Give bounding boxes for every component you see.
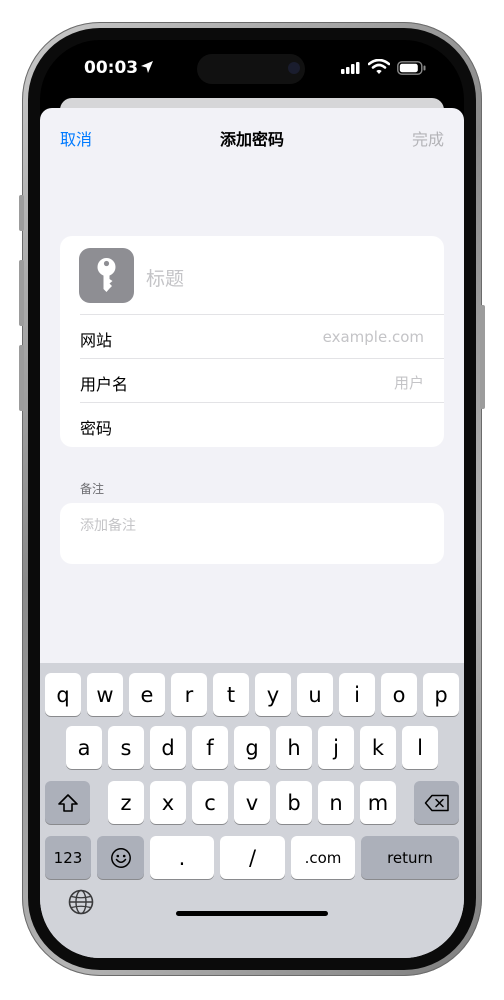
separator	[80, 358, 444, 359]
separator	[80, 402, 444, 403]
period-key[interactable]: .	[150, 836, 214, 879]
title-input[interactable]: 标题	[146, 264, 184, 291]
delete-key[interactable]	[414, 781, 459, 824]
username-input[interactable]: 用户	[394, 372, 424, 393]
battery-icon	[397, 61, 426, 75]
key-e[interactable]: e	[129, 673, 165, 716]
website-input[interactable]: example.com	[323, 328, 424, 346]
key-a[interactable]: a	[66, 726, 102, 769]
key-x[interactable]: x	[150, 781, 186, 824]
dot-com-key[interactable]: .com	[291, 836, 355, 879]
password-icon-tile	[79, 248, 134, 303]
key-l[interactable]: l	[402, 726, 438, 769]
username-label: 用户名	[80, 375, 129, 394]
key-h[interactable]: h	[276, 726, 312, 769]
key-y[interactable]: y	[255, 673, 291, 716]
key-g[interactable]: g	[234, 726, 270, 769]
key-q[interactable]: q	[45, 673, 81, 716]
key-k[interactable]: k	[360, 726, 396, 769]
emoji-key[interactable]	[97, 836, 144, 879]
location-arrow-icon	[141, 61, 153, 73]
key-v[interactable]: v	[234, 781, 270, 824]
status-time: 00:03	[84, 58, 139, 78]
key-o[interactable]: o	[381, 673, 417, 716]
password-label: 密码	[80, 419, 113, 438]
separator	[80, 314, 444, 315]
return-key[interactable]: return	[361, 836, 459, 879]
key-p[interactable]: p	[423, 673, 459, 716]
action-button	[19, 195, 24, 231]
power-button	[480, 305, 485, 409]
key-n[interactable]: n	[318, 781, 354, 824]
sheet-title: 添加密码	[219, 130, 284, 149]
cellular-signal-icon	[341, 62, 360, 74]
key-icon	[97, 258, 116, 292]
globe-icon[interactable]	[68, 889, 94, 915]
done-button[interactable]: 完成	[412, 126, 444, 150]
front-camera	[288, 62, 300, 74]
key-b[interactable]: b	[276, 781, 312, 824]
key-d[interactable]: d	[150, 726, 186, 769]
key-s[interactable]: s	[108, 726, 144, 769]
key-w[interactable]: w	[87, 673, 123, 716]
key-f[interactable]: f	[192, 726, 228, 769]
emoji-icon	[110, 847, 131, 868]
key-i[interactable]: i	[339, 673, 375, 716]
key-u[interactable]: u	[297, 673, 333, 716]
key-r[interactable]: r	[171, 673, 207, 716]
volume-up-button	[19, 260, 24, 326]
delete-backspace-icon	[424, 794, 449, 811]
shift-icon	[57, 793, 78, 812]
key-t[interactable]: t	[213, 673, 249, 716]
notes-field[interactable]: 添加备注	[60, 503, 444, 564]
notes-placeholder: 添加备注	[80, 518, 136, 534]
key-z[interactable]: z	[108, 781, 144, 824]
key-j[interactable]: j	[318, 726, 354, 769]
screen: 00:03 添加密码 取消 完成 标题 网站 example.com 用户名 用…	[40, 40, 464, 958]
home-indicator	[176, 911, 328, 916]
volume-down-button	[19, 345, 24, 411]
website-label: 网站	[80, 331, 113, 350]
notes-header: 备注	[80, 482, 105, 496]
key-c[interactable]: c	[192, 781, 228, 824]
slash-key[interactable]: /	[220, 836, 285, 879]
keyboard: q w e r t y u i o p a s d f g h j k l z …	[40, 663, 464, 958]
numbers-key[interactable]: 123	[45, 836, 91, 879]
shift-key[interactable]	[45, 781, 90, 824]
cancel-button[interactable]: 取消	[60, 126, 92, 150]
key-m[interactable]: m	[360, 781, 396, 824]
password-form-card: 标题 网站 example.com 用户名 用户 密码	[60, 236, 444, 447]
password-input[interactable]	[224, 416, 424, 434]
wifi-icon	[368, 59, 390, 74]
